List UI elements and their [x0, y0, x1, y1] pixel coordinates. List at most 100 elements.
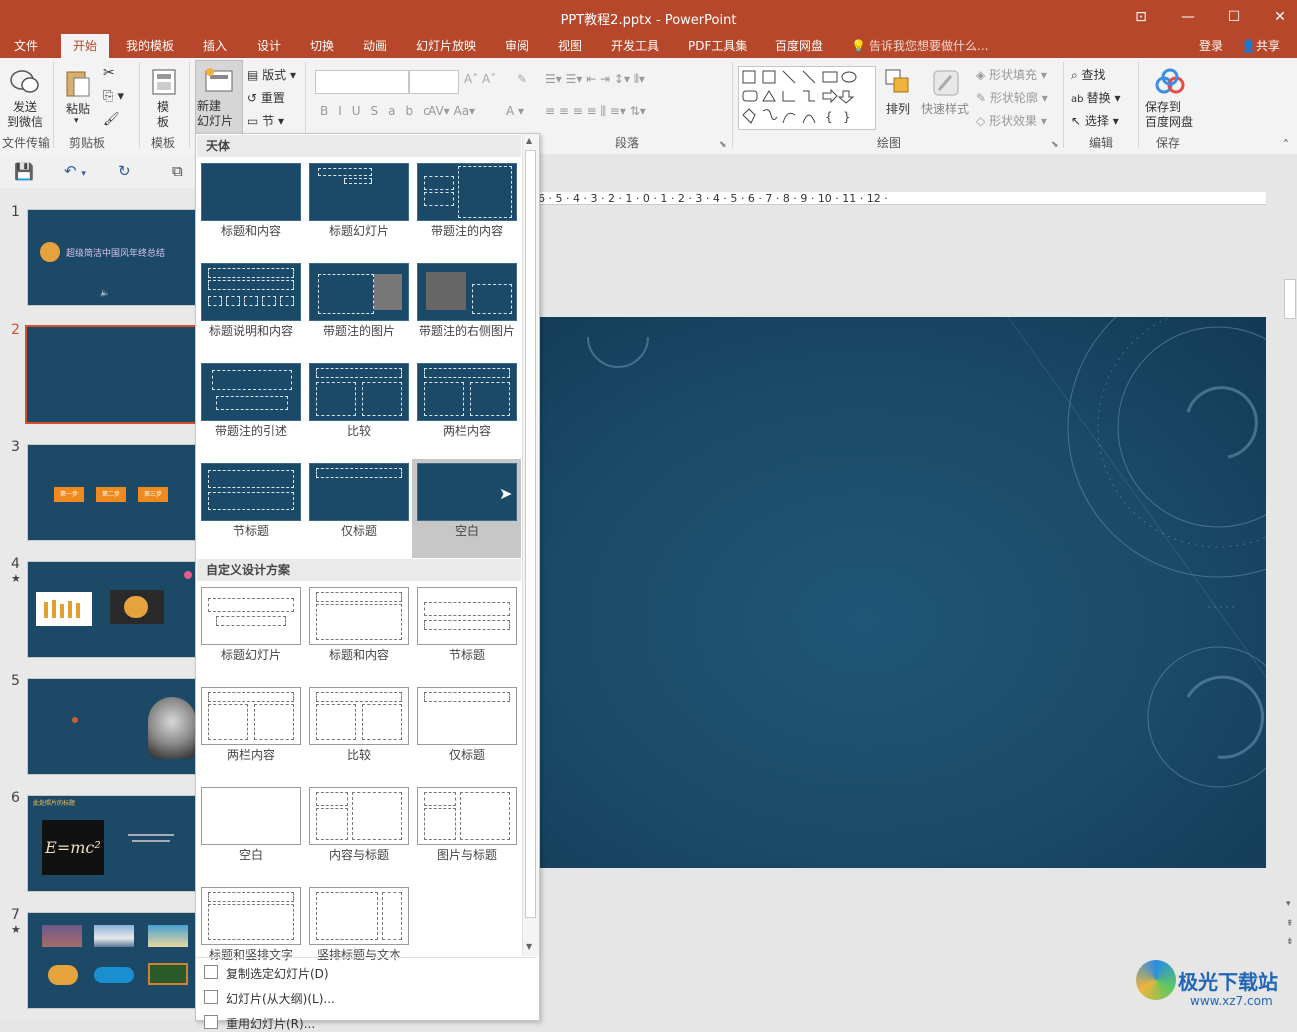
custom-layout-title-only[interactable]	[417, 687, 517, 745]
scroll-down-icon[interactable]: ▼	[526, 942, 532, 951]
scroll-thumb[interactable]	[1284, 279, 1296, 319]
custom-layout-vertical-title-text[interactable]	[309, 887, 409, 945]
custom-layout-comparison[interactable]	[309, 687, 409, 745]
paste-button[interactable]: 粘贴	[66, 100, 90, 117]
layout-title-slide[interactable]	[309, 163, 409, 221]
tab-view[interactable]: 视图	[558, 34, 582, 58]
redo-icon[interactable]: ↻	[118, 162, 131, 180]
slide-thumbnail-7[interactable]	[27, 912, 197, 1009]
share-button[interactable]: 👤共享	[1241, 34, 1280, 58]
shapes-gallery[interactable]: { }	[738, 66, 876, 130]
custom-layout-blank[interactable]	[201, 787, 301, 845]
find-button[interactable]: ⌕ 查找	[1071, 66, 1106, 83]
send-to-wechat-button[interactable]: 发送 到微信	[7, 100, 43, 130]
prev-slide-icon[interactable]: ⇞	[1286, 919, 1294, 929]
arrange-button[interactable]: 排列	[886, 100, 910, 117]
tab-animations[interactable]: 动画	[363, 34, 387, 58]
vertical-scrollbar[interactable]: ▾ ⇞ ⇟	[1284, 269, 1296, 1019]
tab-baidu-netdisk[interactable]: 百度网盘	[775, 34, 823, 58]
font-color-icon[interactable]: A ▾	[506, 104, 524, 118]
custom-layout-title-content[interactable]	[309, 587, 409, 645]
save-to-baidu-button[interactable]: 保存到 百度网盘	[1145, 100, 1193, 130]
duplicate-selected-slides-item[interactable]: 复制选定幻灯片(D)	[226, 965, 329, 982]
custom-layout-picture-caption[interactable]	[417, 787, 517, 845]
scroll-thumb[interactable]	[525, 150, 536, 918]
reset-button[interactable]: ↺ 重置	[247, 89, 285, 106]
present-icon[interactable]: ⧉	[172, 162, 183, 180]
layout-content-caption[interactable]	[417, 163, 517, 221]
scroll-up-icon[interactable]: ▲	[526, 136, 532, 145]
tab-transitions[interactable]: 切换	[310, 34, 334, 58]
maximize-button[interactable]: ☐	[1219, 6, 1249, 28]
section-button[interactable]: ▭ 节 ▾	[247, 112, 284, 129]
new-slide-button[interactable]: 新建 幻灯片	[195, 60, 243, 136]
ribbon-display-options-button[interactable]: ⊡	[1126, 6, 1156, 28]
scroll-down-icon[interactable]: ▾	[1286, 899, 1291, 909]
replace-button[interactable]: ab 替换 ▾	[1071, 89, 1121, 106]
clear-format-icon[interactable]: ✎	[517, 72, 527, 86]
custom-layout-title-vertical-text[interactable]	[201, 887, 301, 945]
custom-layout-section-header[interactable]	[417, 587, 517, 645]
template-button[interactable]: 模 板	[157, 100, 169, 130]
custom-layout-content-caption[interactable]	[309, 787, 409, 845]
tell-me-box[interactable]: 告诉我您想要做什么...	[869, 34, 988, 58]
tab-review[interactable]: 审阅	[505, 34, 529, 58]
select-button[interactable]: ↖ 选择 ▾	[1071, 112, 1119, 129]
close-button[interactable]: ✕	[1265, 6, 1295, 28]
layout-caption-content[interactable]	[201, 263, 301, 321]
slide-thumbnail-5[interactable]	[27, 678, 197, 775]
layout-picture-caption[interactable]	[309, 263, 409, 321]
shape-fill-button[interactable]: ◈ 形状填充 ▾	[976, 66, 1047, 83]
reuse-slides-item[interactable]: 重用幻灯片(R)...	[226, 1015, 315, 1032]
drawing-launcher-icon[interactable]: ⬊	[1051, 140, 1059, 150]
shape-outline-button[interactable]: ✎ 形状轮廓 ▾	[976, 89, 1048, 106]
save-icon[interactable]: 💾	[14, 162, 34, 181]
undo-icon[interactable]: ↶ ▾	[64, 162, 86, 180]
custom-layout-two-content[interactable]	[201, 687, 301, 745]
format-painter-icon[interactable]: 🖌	[103, 112, 120, 127]
tab-file[interactable]: 文件	[14, 34, 38, 58]
collapse-ribbon-icon[interactable]: ˄	[1283, 138, 1289, 152]
font-name-select[interactable]	[315, 70, 409, 94]
slide-thumbnail-4[interactable]	[27, 561, 197, 658]
layout-comparison[interactable]	[309, 363, 409, 421]
font-more-icons[interactable]: AV▾ Aa▾	[428, 104, 475, 118]
slide-thumbnail-1[interactable]: 超级简洁中国风年终总结 🔈	[27, 209, 197, 306]
tab-my-templates[interactable]: 我的模板	[126, 34, 174, 58]
slide-thumbnail-2[interactable]	[25, 325, 197, 424]
layout-title-only[interactable]	[309, 463, 409, 521]
layout-title-content[interactable]	[201, 163, 301, 221]
shape-fill-icon: ◈	[976, 68, 990, 82]
minimize-button[interactable]: —	[1173, 6, 1203, 28]
slide-thumbnail-3[interactable]: 第一步 第二步 第三步	[27, 444, 197, 541]
tab-insert[interactable]: 插入	[203, 34, 227, 58]
font-style-icons[interactable]: BIUSabc	[320, 104, 440, 118]
current-slide-canvas[interactable]	[538, 317, 1266, 868]
cut-icon[interactable]: ✂	[103, 65, 115, 81]
layout-picture-right[interactable]	[417, 263, 517, 321]
paragraph-launcher-icon[interactable]: ⬊	[719, 140, 727, 150]
bullets-icons[interactable]: ☰▾ ☰▾ ⇤ ⇥ ↕▾ ⫴▾	[545, 72, 645, 87]
layout-section-header[interactable]	[201, 463, 301, 521]
tab-home[interactable]: 开始	[61, 34, 110, 58]
tab-design[interactable]: 设计	[257, 34, 281, 58]
tab-developer[interactable]: 开发工具	[611, 34, 659, 58]
slides-from-outline-item[interactable]: 幻灯片(从大纲)(L)...	[226, 990, 335, 1007]
layout-button[interactable]: ▤ 版式 ▾	[247, 66, 296, 83]
sign-in-link[interactable]: 登录	[1199, 34, 1223, 58]
paste-dropdown-icon[interactable]: ▾	[74, 116, 79, 126]
quick-styles-button[interactable]: 快速样式	[921, 100, 969, 117]
tab-pdf-tools[interactable]: PDF工具集	[688, 34, 747, 58]
copy-icon[interactable]: ⎘ ▾	[103, 89, 124, 104]
slide-thumbnail-6[interactable]: 此处照片的标题 E=mc²	[27, 795, 197, 892]
font-size-select[interactable]	[409, 70, 459, 94]
shape-effect-button[interactable]: ◇ 形状效果 ▾	[976, 112, 1047, 129]
gallery-scrollbar[interactable]: ▲ ▼	[522, 134, 539, 956]
tab-slideshow[interactable]: 幻灯片放映	[416, 34, 476, 58]
custom-layout-title-slide[interactable]	[201, 587, 301, 645]
layout-two-content[interactable]	[417, 363, 517, 421]
alignment-icons[interactable]: ≡ ≡ ≡ ≡ ⫼ ≡▾ ⇅▾	[545, 104, 646, 119]
layout-quote-caption[interactable]	[201, 363, 301, 421]
font-grow-icon[interactable]: A˄ A˅	[464, 72, 496, 86]
next-slide-icon[interactable]: ⇟	[1286, 937, 1294, 947]
